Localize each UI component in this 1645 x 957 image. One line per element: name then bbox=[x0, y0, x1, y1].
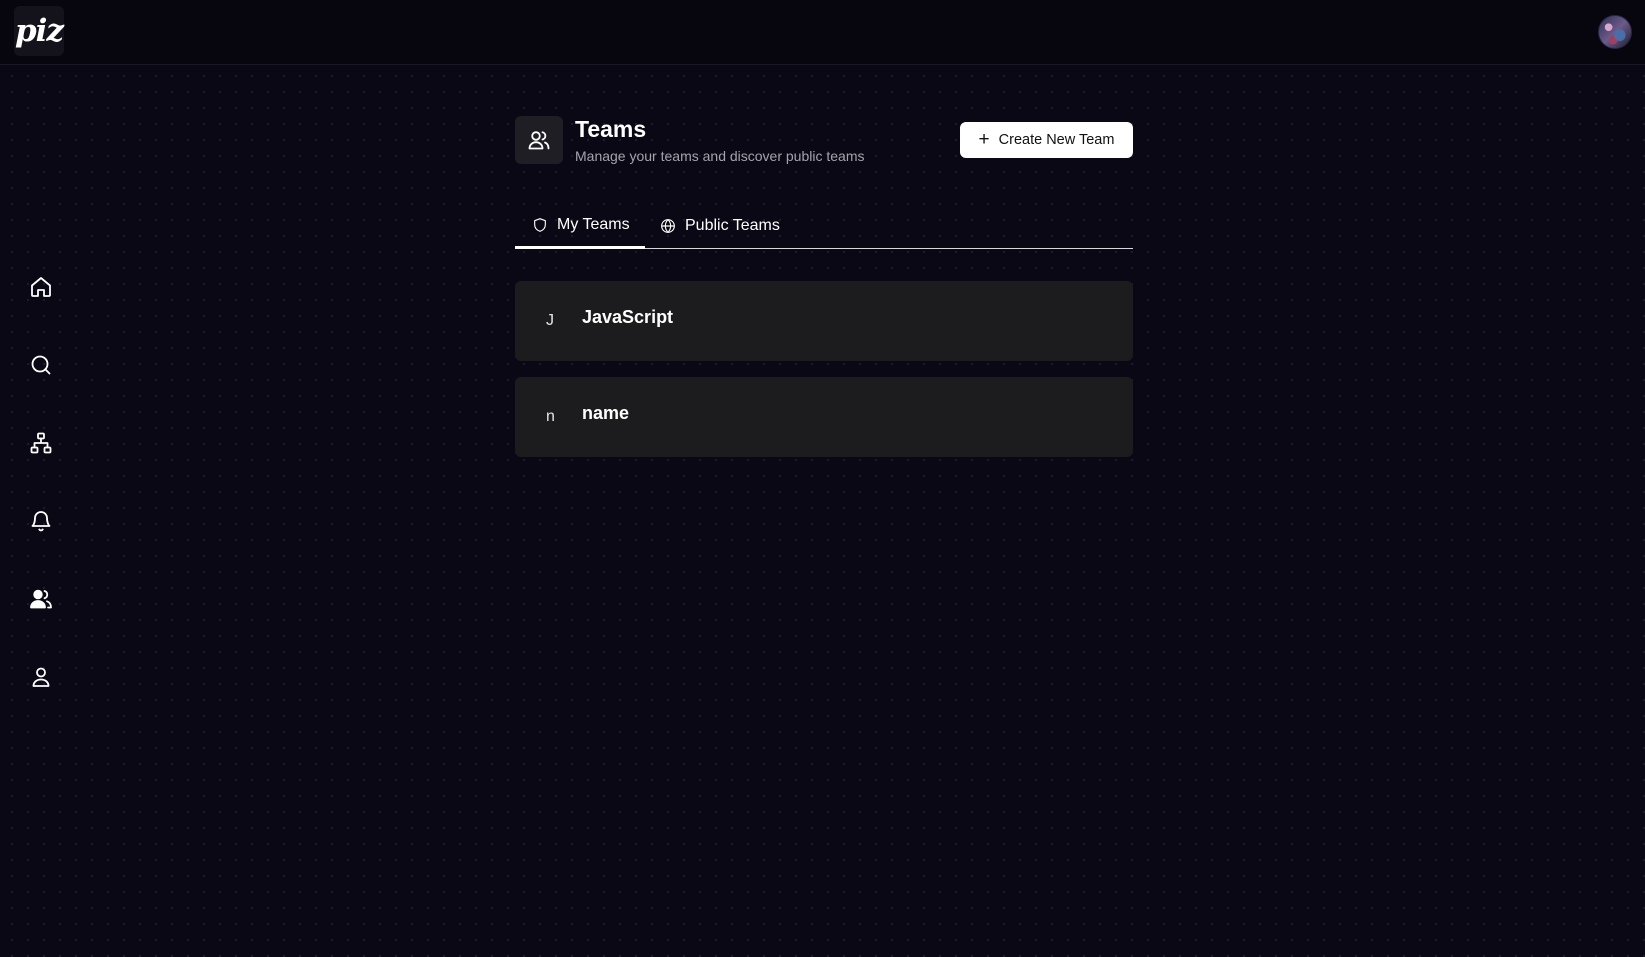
sidebar-item-teams[interactable] bbox=[22, 580, 60, 618]
user-avatar[interactable] bbox=[1598, 15, 1632, 49]
top-bar: piz bbox=[0, 0, 1645, 65]
tab-my-teams[interactable]: My Teams bbox=[515, 204, 645, 249]
home-icon bbox=[31, 277, 51, 297]
team-name: name bbox=[582, 402, 630, 423]
tab-my-teams-label: My Teams bbox=[557, 216, 630, 233]
plus-icon: + bbox=[978, 128, 990, 150]
network-icon bbox=[30, 432, 52, 454]
app-logo[interactable]: piz bbox=[14, 6, 64, 56]
users-icon bbox=[30, 589, 52, 609]
team-initial: J bbox=[546, 312, 554, 329]
search-icon bbox=[31, 355, 51, 375]
sidebar-item-profile[interactable] bbox=[22, 658, 60, 696]
tab-public-teams[interactable]: Public Teams bbox=[660, 204, 780, 248]
create-new-team-button[interactable]: + Create New Team bbox=[960, 122, 1133, 158]
bell-icon bbox=[31, 511, 51, 532]
team-card[interactable]: n name bbox=[515, 377, 1133, 457]
users-icon bbox=[528, 131, 550, 150]
shield-icon bbox=[534, 218, 546, 232]
tab-public-teams-label: Public Teams bbox=[685, 217, 780, 234]
page-title: Teams bbox=[575, 116, 647, 142]
create-new-team-label: Create New Team bbox=[998, 132, 1115, 148]
team-card[interactable]: J JavaScript bbox=[515, 281, 1133, 361]
team-tabs: My Teams Public Teams bbox=[515, 204, 1133, 249]
sidebar bbox=[0, 65, 82, 957]
sidebar-item-notifications[interactable] bbox=[22, 502, 60, 540]
sidebar-item-search[interactable] bbox=[22, 346, 60, 384]
page-subtitle: Manage your teams and discover public te… bbox=[575, 148, 865, 164]
team-name: JavaScript bbox=[582, 306, 674, 327]
sidebar-item-network[interactable] bbox=[22, 424, 60, 462]
sidebar-item-home[interactable] bbox=[22, 268, 60, 306]
teams-header-icon-box bbox=[515, 116, 563, 164]
user-icon bbox=[32, 667, 50, 687]
team-initial: n bbox=[546, 408, 555, 425]
globe-icon bbox=[661, 219, 675, 233]
